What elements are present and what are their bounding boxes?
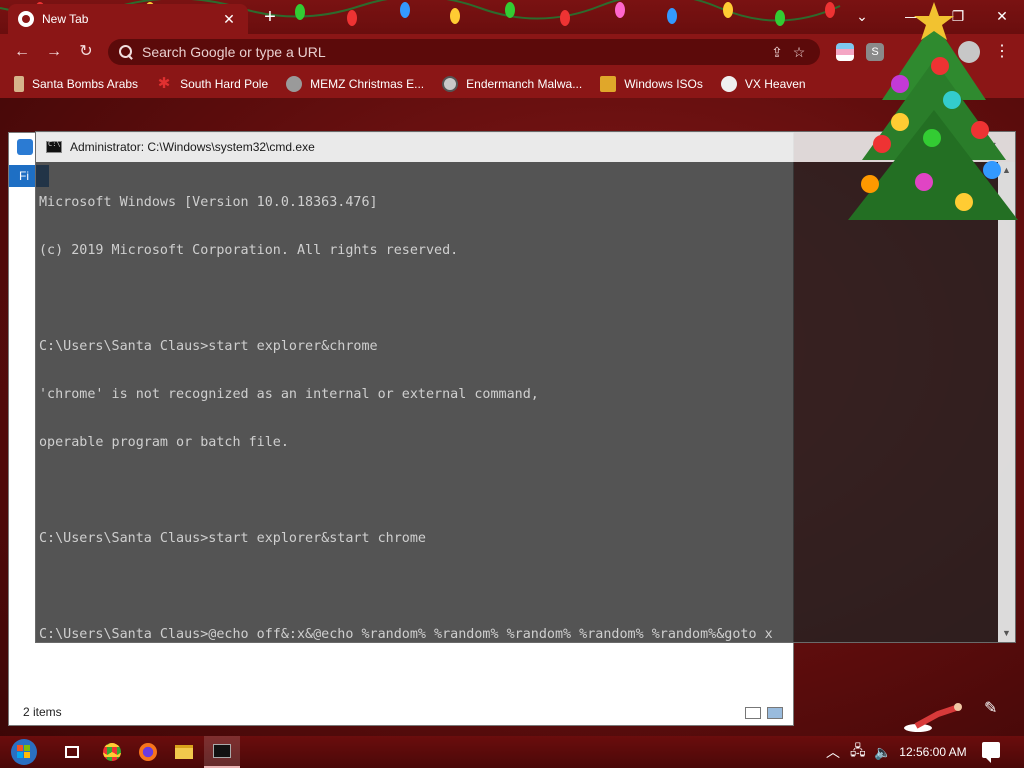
explorer-icon (17, 139, 33, 155)
bookmark-memz-christmas[interactable]: MEMZ Christmas E... (286, 76, 424, 92)
network-icon[interactable]: 🖧 (850, 736, 866, 768)
bookmark-vx-heaven[interactable]: VX Heaven (720, 76, 806, 92)
large-icons-view-icon[interactable] (767, 707, 783, 719)
snowflake-icon: ✱ (157, 75, 171, 92)
bookmark-windows-isos[interactable]: Windows ISOs (600, 76, 703, 92)
console-line: operable program or batch file. (39, 435, 289, 450)
back-arrow-icon[interactable]: ← (10, 40, 34, 64)
skull-icon (720, 76, 737, 92)
pen-icon[interactable]: ✎ (984, 698, 997, 718)
console-line: 'chrome' is not recognized as an interna… (39, 387, 539, 402)
taskbar-clock[interactable]: 12:56:00 AM (896, 736, 970, 768)
notification-icon[interactable] (982, 742, 1000, 763)
christmas-tree-decoration (848, 2, 1018, 220)
console-line: Microsoft Windows [Version 10.0.18363.47… (39, 195, 378, 210)
skater-decoration (904, 703, 962, 732)
chrome-icon (18, 11, 34, 27)
scroll-down-arrow-icon[interactable]: ▼ (998, 625, 1015, 642)
status-item-count: 2 items (23, 705, 62, 719)
console-output: Microsoft Windows [Version 10.0.18363.47… (39, 163, 773, 675)
file-explorer-taskbar-icon[interactable] (166, 736, 202, 768)
new-tab-button[interactable]: + (258, 6, 282, 30)
tab-title: New Tab (42, 12, 89, 26)
tab-close-icon[interactable]: ✕ (220, 11, 238, 28)
windows-start-icon[interactable] (8, 738, 40, 766)
console-line: C:\Users\Santa Claus>start explorer&chro… (39, 339, 378, 354)
bookmark-label: South Hard Pole (180, 77, 269, 91)
cmd-icon (46, 140, 62, 153)
globe-icon (286, 76, 303, 92)
cmd-title: Administrator: C:\Windows\system32\cmd.e… (70, 140, 315, 154)
taskbar: ︿ 🖧 🔈 12:56:00 AM (0, 736, 1024, 768)
bookmark-endermanch-malware[interactable]: Endermanch Malwa... (442, 76, 582, 92)
task-view-icon[interactable] (54, 736, 90, 768)
bookmark-label: MEMZ Christmas E... (310, 77, 425, 91)
tab-new-tab[interactable]: New Tab ✕ (8, 4, 248, 34)
firefox-taskbar-icon[interactable] (130, 736, 166, 768)
figure-icon (14, 76, 24, 92)
bookmark-south-hard-pole[interactable]: ✱ South Hard Pole (156, 76, 268, 92)
omnibox-placeholder[interactable]: Search Google or type a URL (142, 44, 766, 60)
console-line: C:\Users\Santa Claus>start explorer&star… (39, 531, 426, 546)
omnibox[interactable]: Search Google or type a URL ⇪ ☆ (108, 39, 820, 65)
bookmark-santa-bombs-arabs[interactable]: Santa Bombs Arabs (14, 76, 138, 92)
share-icon[interactable]: ⇪ (766, 44, 788, 61)
raccoon-icon (442, 76, 459, 92)
volume-icon[interactable]: 🔈 (874, 736, 891, 768)
console-line: (c) 2019 Microsoft Corporation. All righ… (39, 243, 459, 258)
bookmark-label: Santa Bombs Arabs (32, 77, 139, 91)
bookmark-label: Endermanch Malwa... (466, 77, 583, 91)
trophy-icon (600, 76, 617, 92)
reload-icon[interactable]: ↻ (74, 40, 98, 64)
cmd-taskbar-icon[interactable] (204, 736, 240, 768)
view-toggle[interactable] (745, 707, 783, 719)
details-view-icon[interactable] (745, 707, 761, 719)
console-line: C:\Users\Santa Claus>@echo off&:x&@echo … (39, 627, 773, 642)
chrome-taskbar-icon[interactable] (94, 736, 130, 768)
search-icon (118, 44, 134, 60)
forward-arrow-icon[interactable]: → (42, 40, 66, 64)
tray-chevron-icon[interactable]: ︿ (826, 736, 840, 768)
bookmark-label: Windows ISOs (624, 77, 703, 91)
bookmark-label: VX Heaven (744, 77, 806, 91)
bookmark-star-icon[interactable]: ☆ (788, 44, 810, 61)
